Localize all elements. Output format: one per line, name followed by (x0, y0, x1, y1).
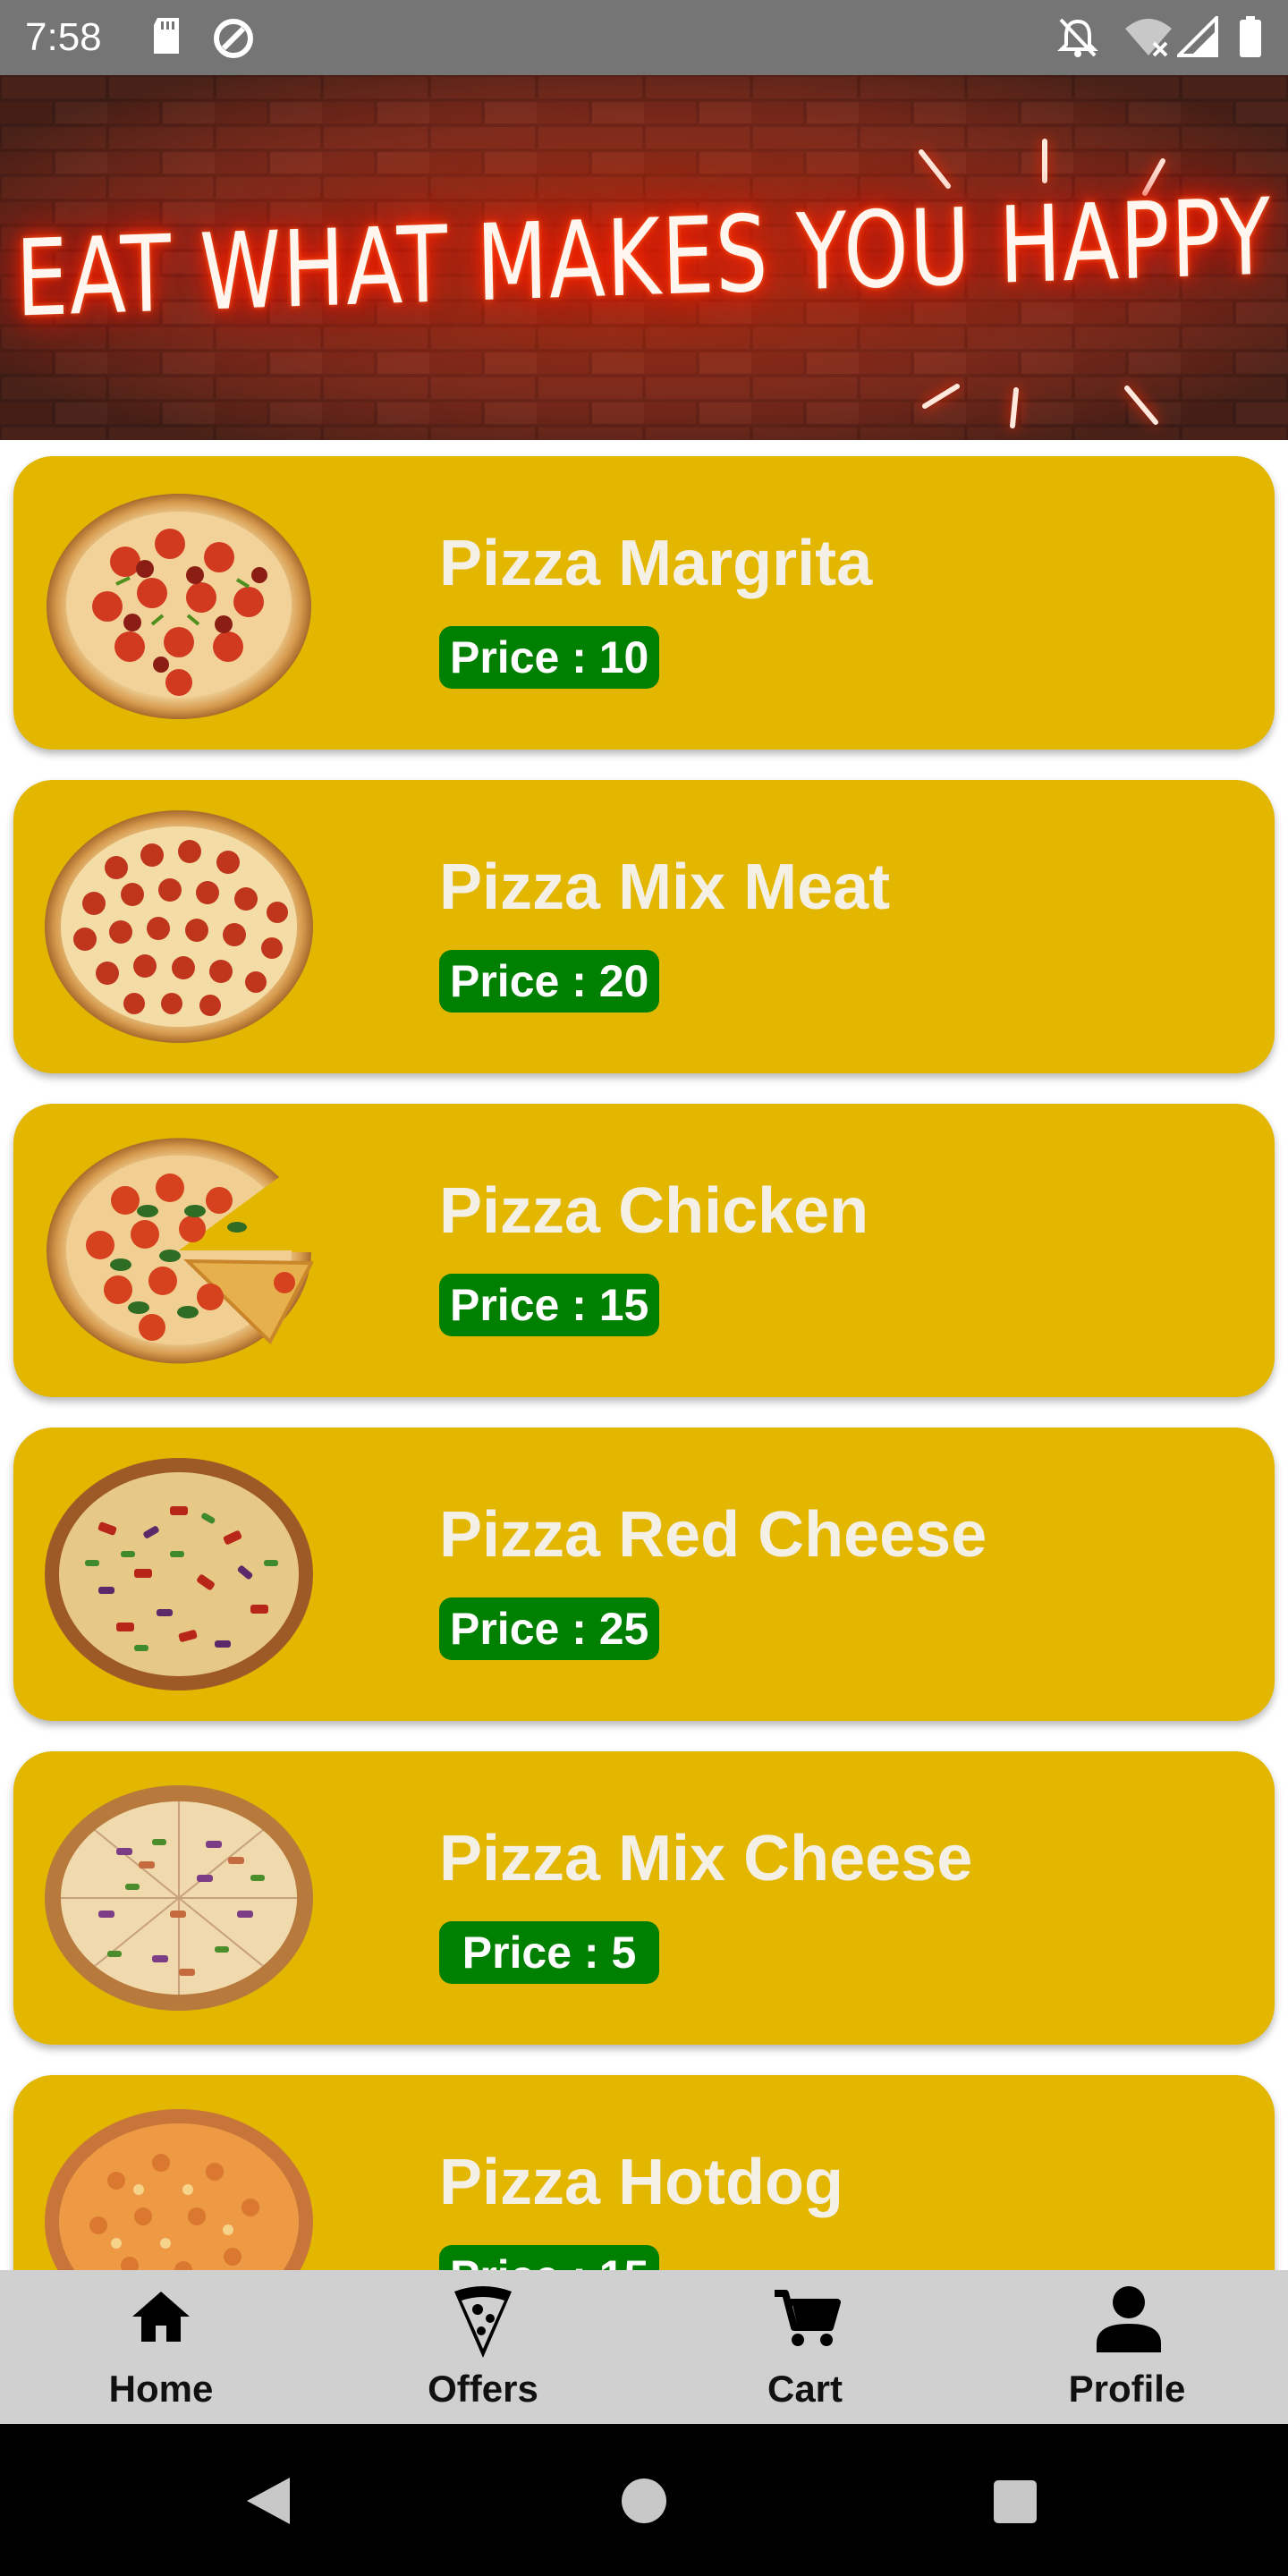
menu-item-card[interactable]: Pizza Mix Meat Price : 20 (13, 780, 1275, 1073)
nav-home-label: Home (108, 2368, 214, 2410)
cart-icon (775, 2290, 841, 2346)
nav-home[interactable]: Home (0, 2270, 322, 2424)
menu-item-card[interactable]: Pizza Chicken Price : 15 (13, 1104, 1275, 1397)
nav-cart-label: Cart (767, 2368, 843, 2410)
pizza-mix-meat-image (45, 810, 313, 1043)
nav-profile[interactable]: Profile (966, 2270, 1288, 2424)
price-badge: Price : 10 (439, 626, 660, 689)
pizza-red-cheese-image (45, 1458, 313, 1690)
menu-list[interactable]: Pizza Margrita Price : 10 Pizza Mix Meat… (0, 440, 1288, 2270)
price-badge: Price : 25 (439, 1597, 660, 1660)
status-time: 7:58 (25, 15, 102, 59)
item-name: Pizza Mix Cheese (439, 1823, 973, 1894)
price-badge: Price : 15 (439, 2245, 660, 2270)
signal-icon (1174, 13, 1218, 62)
battery-icon (1238, 16, 1263, 64)
banner-neon-text: EAT WHAT MAKES YOU HAPPY (14, 174, 1274, 341)
notifications-off-icon (1057, 16, 1098, 64)
menu-item-card[interactable]: Pizza Red Cheese Price : 25 (13, 1428, 1275, 1721)
home-circle-icon[interactable] (621, 2478, 667, 2524)
pizza-margrita-image (47, 494, 311, 719)
item-name: Pizza Red Cheese (439, 1499, 987, 1571)
nav-offers[interactable]: Offers (322, 2270, 644, 2424)
price-badge: Price : 5 (439, 1921, 659, 1984)
nav-offers-label: Offers (428, 2368, 538, 2410)
pizza-mix-cheese-image (45, 1785, 313, 2011)
pizza-chicken-image (47, 1138, 313, 1364)
menu-item-card[interactable]: Pizza Mix Cheese Price : 5 (13, 1751, 1275, 2045)
home-icon (132, 2292, 190, 2342)
menu-item-card[interactable]: Pizza Hotdog Price : 15 (13, 2075, 1275, 2270)
status-bar: 7:58 (0, 0, 1288, 75)
system-navigation-bar (0, 2424, 1288, 2576)
person-icon (1097, 2286, 1161, 2352)
item-name: Pizza Hotdog (439, 2147, 843, 2218)
nav-cart[interactable]: Cart (644, 2270, 966, 2424)
wifi-icon (1123, 16, 1174, 62)
recents-icon[interactable] (993, 2479, 1038, 2524)
bottom-navigation: Home Offers Cart Profile (0, 2270, 1288, 2424)
nav-profile-label: Profile (1068, 2368, 1186, 2410)
hero-banner: EAT WHAT MAKES YOU HAPPY (0, 75, 1288, 440)
price-badge: Price : 20 (439, 950, 660, 1013)
sd-card-icon (150, 16, 182, 60)
price-badge: Price : 15 (439, 1274, 660, 1336)
pizza-hotdog-image (45, 2109, 313, 2270)
sync-icon (211, 16, 256, 65)
item-name: Pizza Mix Meat (439, 852, 891, 923)
back-icon[interactable] (243, 2476, 293, 2526)
pizza-slice-icon (454, 2286, 512, 2358)
menu-item-card[interactable]: Pizza Margrita Price : 10 (13, 456, 1275, 750)
item-name: Pizza Margrita (439, 528, 873, 599)
item-name: Pizza Chicken (439, 1175, 869, 1247)
